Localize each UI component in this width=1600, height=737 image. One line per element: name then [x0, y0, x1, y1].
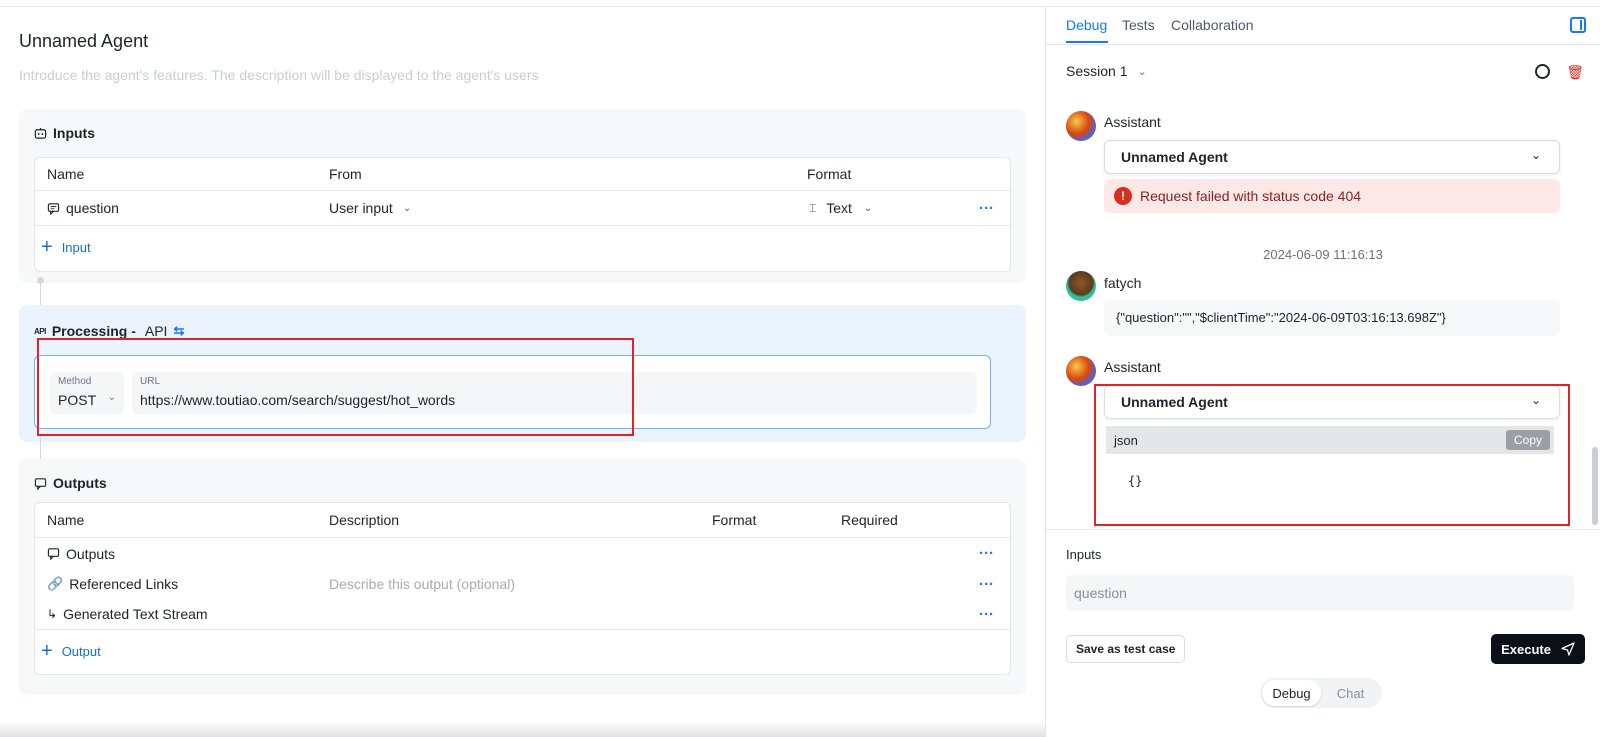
inputs-icon [34, 127, 47, 139]
scrollbar[interactable] [1592, 447, 1598, 525]
inputs-table: Name From Format question User input ⌄ ⌶… [34, 157, 1011, 272]
add-output-button[interactable]: + Output [41, 641, 101, 661]
from-value: User input [329, 200, 393, 216]
user-message: {"question":"","$clientTime":"2024-06-09… [1104, 300, 1560, 336]
col-description: Description [329, 512, 400, 528]
chevron-down-icon: ⌄ [1137, 65, 1147, 78]
tab-collaboration[interactable]: Collaboration [1171, 17, 1254, 33]
input-name: question [66, 200, 119, 216]
chevron-down-icon: ⌄ [863, 202, 873, 214]
test-inputs-area: Inputs Save as test case Execute Debug C… [1046, 529, 1600, 737]
agent-title[interactable]: Unnamed Agent [19, 31, 148, 52]
col-name: Name [47, 166, 85, 182]
sidebar-toggle-icon[interactable] [1570, 17, 1586, 33]
avatar [1066, 356, 1096, 386]
col-name: Name [47, 512, 85, 528]
more-options-icon[interactable]: ··· [979, 606, 994, 623]
processing-api-label: API [144, 323, 168, 339]
mode-switch: Debug Chat [1260, 678, 1382, 708]
mode-chat[interactable]: Chat [1321, 680, 1380, 706]
debug-panel: Debug Tests Collaboration Session 1 ⌄ 🗑 … [1045, 7, 1600, 737]
outputs-title: Outputs [53, 475, 107, 491]
error-icon: ! [1114, 187, 1132, 205]
format-select[interactable]: ⌶ Text ⌄ [809, 200, 872, 216]
agent-description-field[interactable]: Introduce the agent's features. The desc… [19, 67, 539, 83]
text-cursor-icon: ⌶ [809, 200, 817, 215]
connector-line [40, 282, 41, 306]
chat-icon [47, 548, 60, 560]
api-icon: API [34, 326, 46, 336]
plus-icon: + [41, 640, 53, 662]
chevron-down-icon: ⌄ [402, 202, 412, 214]
link-icon: 🔗 [47, 576, 64, 591]
chat-icon [47, 202, 60, 215]
sender-name: fatych [1104, 275, 1142, 291]
session-select[interactable]: Session 1 ⌄ [1066, 63, 1147, 79]
add-input-label: Input [61, 239, 91, 255]
execute-button[interactable]: Execute [1491, 634, 1585, 664]
sender-name: Assistant [1104, 114, 1161, 130]
format-value: Text [826, 200, 852, 216]
outputs-table-header: Name Description Format Required [35, 503, 1010, 538]
sender-name: Assistant [1104, 359, 1161, 375]
more-options-icon[interactable]: ··· [979, 545, 994, 562]
inputs-table-header: Name From Format [35, 158, 1010, 191]
session-label: Session 1 [1066, 63, 1128, 79]
agent-name: Unnamed Agent [1121, 149, 1228, 165]
col-from: From [329, 166, 362, 182]
outputs-header: Outputs [34, 475, 107, 491]
inputs-section: Inputs Name From Format question User in… [19, 109, 1026, 283]
outputs-icon [34, 477, 47, 490]
output-name: Generated Text Stream [63, 606, 208, 622]
tab-debug[interactable]: Debug [1066, 17, 1107, 33]
outputs-section: Outputs Name Description Format Required… [19, 459, 1026, 695]
inputs-title: Inputs [53, 125, 95, 141]
table-row[interactable]: ↳ Generated Text Stream ··· [35, 599, 1010, 630]
more-options-icon[interactable]: ··· [979, 200, 994, 217]
inputs-label: Inputs [1066, 547, 1102, 562]
tab-tests[interactable]: Tests [1122, 17, 1155, 33]
plus-icon: + [41, 236, 53, 258]
highlight-box-response [1094, 384, 1570, 526]
error-text: Request failed with status code 404 [1140, 188, 1362, 204]
inputs-header: Inputs [34, 125, 95, 141]
send-icon [1561, 642, 1575, 656]
from-select[interactable]: User input ⌄ [329, 200, 411, 216]
execute-label: Execute [1501, 641, 1551, 657]
outputs-table: Name Description Format Required Outputs… [34, 502, 1011, 675]
add-input-button[interactable]: + Input [41, 237, 91, 257]
col-format: Format [712, 512, 757, 528]
table-row[interactable]: 🔗 Referenced Links Describe this output … [35, 569, 1010, 599]
more-options-icon[interactable]: ··· [979, 576, 994, 593]
trash-icon[interactable]: 🗑 [1566, 64, 1584, 81]
col-format: Format [807, 166, 852, 182]
agent-response-dropdown[interactable]: Unnamed Agent ⌄ [1104, 140, 1560, 174]
error-message: ! Request failed with status code 404 [1104, 179, 1560, 213]
connector-line [40, 435, 41, 461]
table-row[interactable]: question User input ⌄ ⌶ Text ⌄ ··· [35, 191, 1010, 226]
processing-title: Processing - [51, 323, 136, 339]
output-name: Referenced Links [69, 576, 179, 592]
message-timestamp: 2024-06-09 11:16:13 [1263, 247, 1383, 262]
question-input[interactable] [1066, 575, 1574, 611]
output-description[interactable]: Describe this output (optional) [329, 576, 515, 592]
panel-tabs: Debug Tests Collaboration [1046, 7, 1600, 45]
add-output-label: Output [61, 643, 101, 659]
chevron-down-icon: ⌄ [1530, 148, 1541, 162]
output-name: Outputs [66, 545, 116, 562]
highlight-box-request [37, 338, 634, 436]
avatar [1066, 271, 1096, 301]
col-required: Required [841, 512, 898, 528]
mode-debug[interactable]: Debug [1262, 680, 1321, 706]
history-icon[interactable] [1535, 64, 1550, 79]
tab-underline [1066, 41, 1108, 43]
avatar [1066, 111, 1096, 141]
stream-icon: ↳ [47, 607, 58, 621]
switch-icon[interactable]: ⇆ [173, 323, 184, 339]
table-row[interactable]: Outputs ··· [35, 538, 1010, 569]
save-test-case-button[interactable]: Save as test case [1066, 635, 1186, 663]
processing-header: API Processing - API ⇆ [34, 323, 184, 339]
bottom-shadow [0, 721, 1045, 737]
